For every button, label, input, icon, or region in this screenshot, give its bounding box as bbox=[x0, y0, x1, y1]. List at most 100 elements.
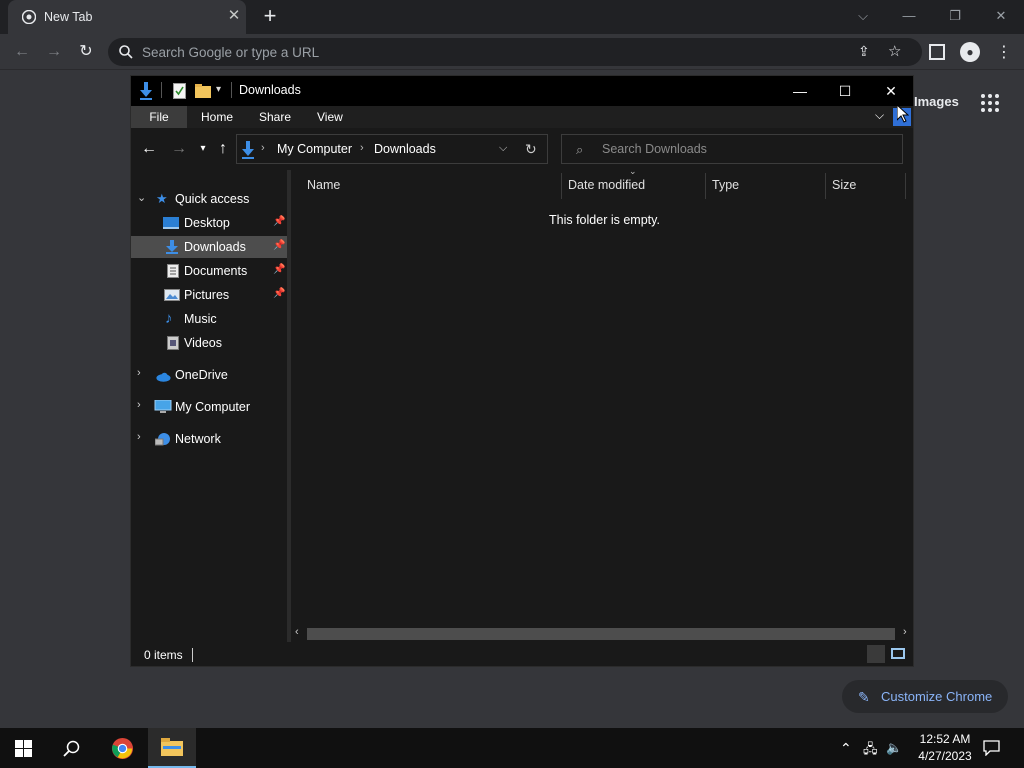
chrome-tab-strip: New Tab ✕ + ⌵ — ❐ ✕ bbox=[0, 0, 1024, 34]
reload-icon[interactable]: ↻ bbox=[76, 42, 96, 62]
recent-locations-icon[interactable]: ▾ bbox=[194, 140, 212, 158]
nav-item-desktop[interactable]: Desktop 📌 bbox=[131, 212, 287, 234]
share-icon[interactable]: ⇪ bbox=[858, 43, 870, 60]
tab-share[interactable]: Share bbox=[259, 106, 291, 128]
nav-item-quick-access[interactable]: ⌄ ★ Quick access bbox=[131, 188, 287, 210]
column-header-type[interactable]: Type bbox=[712, 178, 739, 192]
customize-chrome-button[interactable]: ✎ Customize Chrome bbox=[842, 680, 1008, 713]
chevron-right-icon[interactable]: › bbox=[137, 431, 141, 443]
scroll-left-icon[interactable]: ‹ bbox=[295, 626, 299, 638]
downloads-folder-icon bbox=[242, 141, 254, 159]
profile-avatar-icon[interactable]: ● bbox=[960, 42, 980, 62]
column-divider[interactable] bbox=[705, 173, 706, 199]
column-divider[interactable] bbox=[905, 173, 906, 199]
breadcrumb-chevron-icon[interactable]: › bbox=[360, 142, 364, 154]
side-panel-icon[interactable] bbox=[929, 44, 945, 60]
bookmark-star-icon[interactable]: ☆ bbox=[888, 42, 901, 60]
pencil-icon: ✎ bbox=[858, 689, 870, 705]
minimize-icon[interactable]: — bbox=[898, 6, 920, 26]
pin-icon[interactable]: 📌 bbox=[273, 240, 285, 251]
clock-time[interactable]: 12:52 AM bbox=[910, 732, 980, 746]
search-icon[interactable] bbox=[63, 740, 80, 757]
nav-item-network[interactable]: › Network bbox=[131, 428, 287, 450]
scrollbar-thumb[interactable] bbox=[307, 628, 895, 640]
empty-folder-message: This folder is empty. bbox=[549, 213, 660, 227]
desktop-icon bbox=[163, 217, 179, 229]
back-arrow-icon[interactable]: ← bbox=[12, 42, 32, 62]
computer-icon bbox=[154, 400, 172, 413]
nav-item-label: Downloads bbox=[184, 240, 246, 254]
close-window-icon[interactable]: ✕ bbox=[990, 6, 1012, 26]
nav-item-pictures[interactable]: Pictures 📌 bbox=[131, 284, 287, 306]
nav-item-videos[interactable]: Videos bbox=[131, 332, 287, 354]
properties-icon[interactable] bbox=[173, 83, 186, 99]
omnibox[interactable]: Search Google or type a URL ⇪ ☆ bbox=[108, 38, 922, 66]
close-icon[interactable]: ✕ bbox=[876, 81, 906, 101]
images-link[interactable]: Images bbox=[914, 94, 959, 109]
show-hidden-icons-chevron-icon[interactable]: ⌃ bbox=[840, 740, 852, 757]
tab-new-tab[interactable]: New Tab ✕ bbox=[8, 0, 246, 34]
scroll-right-icon[interactable]: › bbox=[903, 626, 907, 638]
expand-ribbon-icon[interactable]: ⌵ bbox=[875, 108, 884, 123]
menu-kebab-icon[interactable]: ⋮ bbox=[996, 42, 1012, 62]
chevron-right-icon[interactable]: › bbox=[137, 367, 141, 379]
nav-item-my-computer[interactable]: › My Computer bbox=[131, 396, 287, 418]
chrome-taskbar-icon[interactable] bbox=[111, 737, 134, 760]
forward-arrow-icon[interactable]: → bbox=[44, 42, 64, 62]
qat-customize-icon[interactable]: ▾ bbox=[216, 84, 221, 95]
back-arrow-icon[interactable]: ← bbox=[140, 140, 158, 158]
item-count: 0 items bbox=[144, 648, 183, 662]
nav-item-onedrive[interactable]: › OneDrive bbox=[131, 364, 287, 386]
maximize-icon[interactable]: ☐ bbox=[830, 81, 860, 101]
pin-icon[interactable]: 📌 bbox=[273, 288, 285, 299]
windows-start-icon[interactable] bbox=[15, 740, 32, 757]
details-view-icon[interactable] bbox=[867, 645, 885, 663]
volume-icon[interactable]: 🔈 bbox=[886, 740, 902, 756]
breadcrumb-chevron-icon[interactable]: › bbox=[261, 142, 265, 154]
nav-item-documents[interactable]: Documents 📌 bbox=[131, 260, 287, 282]
tab-view[interactable]: View bbox=[317, 106, 343, 128]
tab-search-chevron-icon[interactable]: ⌵ bbox=[852, 6, 874, 26]
google-apps-icon[interactable] bbox=[980, 93, 1000, 113]
address-dropdown-icon[interactable]: ⌵ bbox=[499, 142, 507, 155]
up-arrow-icon[interactable]: ↑ bbox=[214, 140, 232, 158]
explorer-title-bar: ▾ Downloads — ☐ ✕ bbox=[131, 76, 913, 106]
pin-icon[interactable]: 📌 bbox=[273, 264, 285, 275]
tab-home[interactable]: Home bbox=[201, 106, 233, 128]
restore-icon[interactable]: ❐ bbox=[944, 6, 966, 26]
network-status-icon[interactable]: 🖧 bbox=[863, 740, 878, 762]
nav-item-downloads[interactable]: Downloads 📌 bbox=[131, 236, 287, 258]
forward-arrow-icon[interactable]: → bbox=[170, 140, 188, 158]
column-divider[interactable] bbox=[561, 173, 562, 199]
chevron-right-icon[interactable]: › bbox=[137, 399, 141, 411]
column-header-date-modified[interactable]: Date modified bbox=[568, 178, 645, 192]
column-header-size[interactable]: Size bbox=[832, 178, 856, 192]
chevron-down-icon[interactable]: ⌄ bbox=[137, 191, 146, 204]
horizontal-scrollbar[interactable]: ‹ › bbox=[291, 626, 913, 642]
folder-icon bbox=[161, 738, 183, 756]
tab-file[interactable]: File bbox=[131, 106, 187, 128]
close-tab-icon[interactable]: ✕ bbox=[226, 8, 242, 24]
breadcrumb-my-computer[interactable]: My Computer bbox=[277, 142, 352, 156]
minimize-icon[interactable]: — bbox=[785, 81, 815, 101]
status-bar: 0 items bbox=[131, 644, 913, 666]
star-icon: ★ bbox=[156, 191, 168, 206]
nav-item-label: Desktop bbox=[184, 216, 230, 230]
breadcrumb-downloads[interactable]: Downloads bbox=[374, 142, 436, 156]
pin-icon[interactable]: 📌 bbox=[273, 216, 285, 227]
column-header-name[interactable]: Name bbox=[307, 178, 340, 192]
new-tab-button[interactable]: + bbox=[259, 4, 281, 28]
refresh-icon[interactable]: ↻ bbox=[525, 141, 537, 158]
clock-date[interactable]: 4/27/2023 bbox=[910, 749, 980, 763]
new-folder-icon[interactable] bbox=[195, 84, 211, 98]
large-icons-view-icon[interactable] bbox=[891, 648, 905, 659]
search-box[interactable]: ⌕ Search Downloads bbox=[561, 134, 903, 164]
file-explorer-taskbar-button[interactable] bbox=[148, 728, 196, 768]
nav-item-music[interactable]: ♪ Music bbox=[131, 308, 287, 330]
address-bar[interactable]: › My Computer › Downloads ⌵ ↻ bbox=[236, 134, 548, 164]
qat-separator bbox=[231, 82, 232, 98]
ribbon-tabs: File Home Share View ⌵ bbox=[131, 106, 913, 128]
column-divider[interactable] bbox=[825, 173, 826, 199]
notifications-icon[interactable] bbox=[983, 740, 1000, 756]
downloads-folder-icon bbox=[140, 82, 152, 100]
